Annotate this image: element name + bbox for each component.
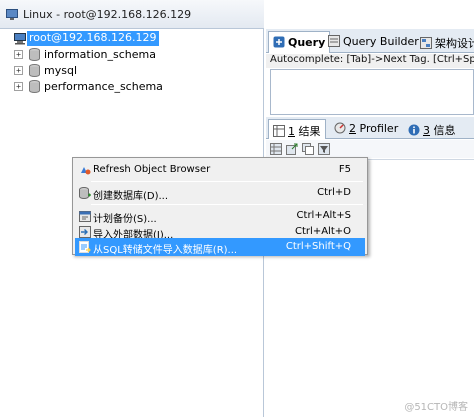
grid-view-icon[interactable]	[270, 143, 282, 155]
tab-query-builder-label: Query Builder	[343, 35, 419, 48]
menu-create-database[interactable]: 创建数据库(D)... Ctrl+D	[75, 184, 365, 202]
connection-icon	[6, 9, 18, 20]
menu-shortcut: F5	[338, 164, 351, 175]
schema-designer-icon	[420, 37, 432, 49]
db-label: information_schema	[44, 48, 156, 61]
tab-query-label: Query	[288, 36, 326, 49]
menu-separator	[91, 204, 363, 205]
menu-shortcut: Ctrl+Alt+O	[295, 226, 351, 237]
query-editor[interactable]	[270, 69, 474, 115]
query-tab-bar: Query Query Builder 架构设计器	[266, 29, 474, 53]
database-icon	[29, 80, 40, 93]
import-external-data-icon	[79, 226, 91, 238]
tree-db-node[interactable]: + information_schema	[0, 47, 200, 63]
info-icon	[408, 124, 420, 136]
tab-profiler-label: Profiler	[359, 122, 399, 135]
tab-schema-designer[interactable]: 架构设计器	[416, 31, 474, 53]
tab-profiler-number: 2	[349, 122, 356, 135]
menu-shortcut: Ctrl+Alt+S	[296, 210, 351, 221]
copy-icon[interactable]	[302, 143, 314, 155]
schedule-backup-icon	[79, 211, 91, 222]
menu-shortcut: Ctrl+Shift+Q	[285, 241, 351, 252]
menu-label: 从SQL转储文件导入数据库(R)...	[93, 245, 238, 256]
tree-db-node[interactable]: + performance_schema	[0, 79, 200, 95]
expand-icon[interactable]: +	[14, 82, 23, 91]
tab-query[interactable]: Query	[268, 31, 331, 53]
expand-icon[interactable]: +	[14, 66, 23, 75]
tab-query-builder[interactable]: Query Builder	[324, 31, 423, 53]
autocomplete-hint: Autocomplete: [Tab]->Next Tag. [Ctrl+Spa…	[266, 54, 474, 68]
tab-info-label: 信息	[433, 124, 456, 137]
result-toolbar	[266, 140, 474, 158]
context-menu: Refresh Object Browser F5 创建数据库(D)... Ct…	[72, 157, 368, 256]
database-icon	[29, 64, 40, 77]
create-database-icon	[79, 187, 91, 199]
connection-title-bar: Linux - root@192.168.126.129	[0, 0, 264, 29]
tree-server-node[interactable]: root@192.168.126.129	[0, 31, 159, 47]
result-tab-bar: 1 结果 2 Profiler 3 信息	[266, 117, 474, 139]
query-builder-icon	[328, 35, 340, 47]
tab-info[interactable]: 3 信息	[404, 119, 460, 139]
filter-icon[interactable]	[318, 143, 330, 155]
import-sql-dump-icon	[79, 241, 91, 253]
tab-schema-designer-label: 架构设计器	[435, 37, 474, 50]
server-label: root@192.168.126.129	[27, 31, 159, 46]
expand-icon[interactable]: +	[14, 50, 23, 59]
menu-label: 创建数据库(D)...	[93, 191, 169, 202]
profiler-icon	[334, 122, 346, 134]
tab-results[interactable]: 1 结果	[268, 119, 326, 139]
export-icon[interactable]	[286, 143, 298, 155]
watermark: @51CTO博客	[404, 402, 468, 413]
results-icon	[273, 125, 285, 137]
tab-results-label: 结果	[298, 125, 321, 138]
tree-db-node[interactable]: + mysql	[0, 63, 200, 79]
query-icon	[273, 36, 285, 48]
database-icon	[29, 48, 40, 61]
db-label: mysql	[44, 64, 77, 77]
tab-info-number: 3	[423, 124, 430, 137]
refresh-icon	[81, 167, 91, 175]
server-icon	[14, 33, 26, 45]
menu-shortcut: Ctrl+D	[317, 187, 351, 198]
tab-results-number: 1	[288, 125, 295, 138]
menu-separator	[91, 181, 363, 182]
menu-import-from-sql-dump[interactable]: 从SQL转储文件导入数据库(R)... Ctrl+Shift+Q	[75, 238, 365, 256]
connection-title: Linux - root@192.168.126.129	[23, 8, 192, 21]
menu-refresh-object-browser[interactable]: Refresh Object Browser F5	[75, 161, 365, 179]
db-label: performance_schema	[44, 80, 163, 93]
tab-profiler[interactable]: 2 Profiler	[330, 119, 402, 139]
menu-label: Refresh Object Browser	[93, 164, 211, 175]
